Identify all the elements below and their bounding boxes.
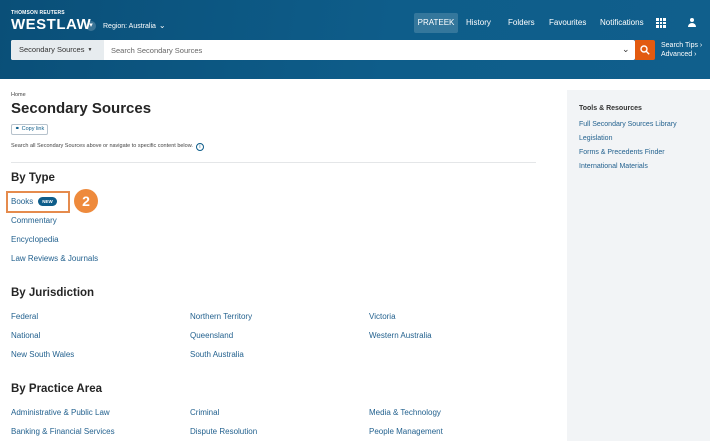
search-tips-link[interactable]: Search Tips › <box>661 41 702 50</box>
practice-link-banking-financial[interactable]: Banking & Financial Services <box>11 427 115 436</box>
jurisdiction-link-national[interactable]: National <box>11 331 40 340</box>
caret-down-icon: ▼ <box>87 47 93 53</box>
search-scope-dropdown[interactable]: Secondary Sources ▼ <box>11 40 104 60</box>
jurisdiction-link-nt[interactable]: Northern Territory <box>190 312 252 321</box>
sidebar-link-forms-precedents[interactable]: Forms & Precedents Finder <box>579 149 665 156</box>
divider <box>11 162 536 163</box>
jurisdiction-link-vic[interactable]: Victoria <box>369 312 396 321</box>
type-link-commentary[interactable]: Commentary <box>11 216 57 225</box>
nav-folders[interactable]: Folders <box>508 13 535 33</box>
new-badge: NEW <box>38 197 57 206</box>
search-links: Search Tips › Advanced › <box>661 41 702 59</box>
jurisdiction-link-wa[interactable]: Western Australia <box>369 331 432 340</box>
info-icon[interactable]: i <box>195 143 204 151</box>
step-marker: 2 <box>74 189 98 213</box>
link-icon: ⚭ <box>15 126 20 132</box>
search-options-chevron-icon[interactable]: ⌄ <box>622 44 630 55</box>
sidebar-link-legislation[interactable]: Legislation <box>579 135 612 142</box>
westlaw-logo[interactable]: WESTLAW <box>11 16 91 33</box>
helper-text: Search all Secondary Sources above or na… <box>11 143 204 151</box>
advanced-search-link[interactable]: Advanced › <box>661 50 702 59</box>
nav-notifications[interactable]: Notifications <box>600 13 644 33</box>
nav-favourites[interactable]: Favourites <box>549 13 586 33</box>
sidebar-link-full-library[interactable]: Full Secondary Sources Library <box>579 121 677 128</box>
nav-history[interactable]: History <box>466 13 491 33</box>
practice-link-media-technology[interactable]: Media & Technology <box>369 408 441 417</box>
type-link-encyclopedia[interactable]: Encyclopedia <box>11 235 59 244</box>
profile-icon[interactable] <box>686 16 698 29</box>
jurisdiction-link-qld[interactable]: Queensland <box>190 331 233 340</box>
sidebar-link-international[interactable]: International Materials <box>579 163 648 170</box>
chevron-down-icon: ⌄ <box>158 21 166 30</box>
top-header: THOMSON REUTERS WESTLAW ▾ Region: Austra… <box>0 0 710 79</box>
search-button[interactable] <box>635 40 655 60</box>
copy-link-button[interactable]: ⚭ Copy link <box>11 124 49 135</box>
search-icon <box>640 45 650 55</box>
copy-link-label: Copy link <box>21 126 45 132</box>
page-title: Secondary Sources <box>11 100 152 117</box>
jurisdiction-link-federal[interactable]: Federal <box>11 312 38 321</box>
jurisdiction-link-nsw[interactable]: New South Wales <box>11 350 74 359</box>
search-bar: Secondary Sources▼ ⌄ <box>11 40 635 60</box>
region-label: Region: Australia <box>103 23 156 30</box>
practice-link-criminal[interactable]: Criminal <box>190 408 219 417</box>
jurisdiction-link-sa[interactable]: South Australia <box>190 350 244 359</box>
product-switcher-icon[interactable]: ▾ <box>86 21 96 31</box>
breadcrumb-home[interactable]: Home <box>11 92 26 98</box>
tools-resources-sidebar: Tools & Resources Full Secondary Sources… <box>567 90 710 441</box>
practice-link-dispute-resolution[interactable]: Dispute Resolution <box>190 427 257 436</box>
type-link-books[interactable]: Books NEW <box>11 197 57 206</box>
sidebar-title: Tools & Resources <box>579 105 642 112</box>
type-link-law-reviews[interactable]: Law Reviews & Journals <box>11 254 98 263</box>
practice-link-admin-public-law[interactable]: Administrative & Public Law <box>11 408 110 417</box>
section-heading-by-practice-area: By Practice Area <box>11 383 102 395</box>
region-selector[interactable]: Region: Australia ⌄ <box>103 21 166 30</box>
section-heading-by-type: By Type <box>11 172 55 184</box>
practice-link-people-management[interactable]: People Management <box>369 427 443 436</box>
user-menu[interactable]: PRATEEK <box>414 13 458 33</box>
section-heading-by-jurisdiction: By Jurisdiction <box>11 287 95 299</box>
search-input[interactable] <box>111 40 611 60</box>
search-scope-label: Secondary Sources <box>19 45 85 54</box>
apps-grid-icon[interactable] <box>656 18 666 28</box>
